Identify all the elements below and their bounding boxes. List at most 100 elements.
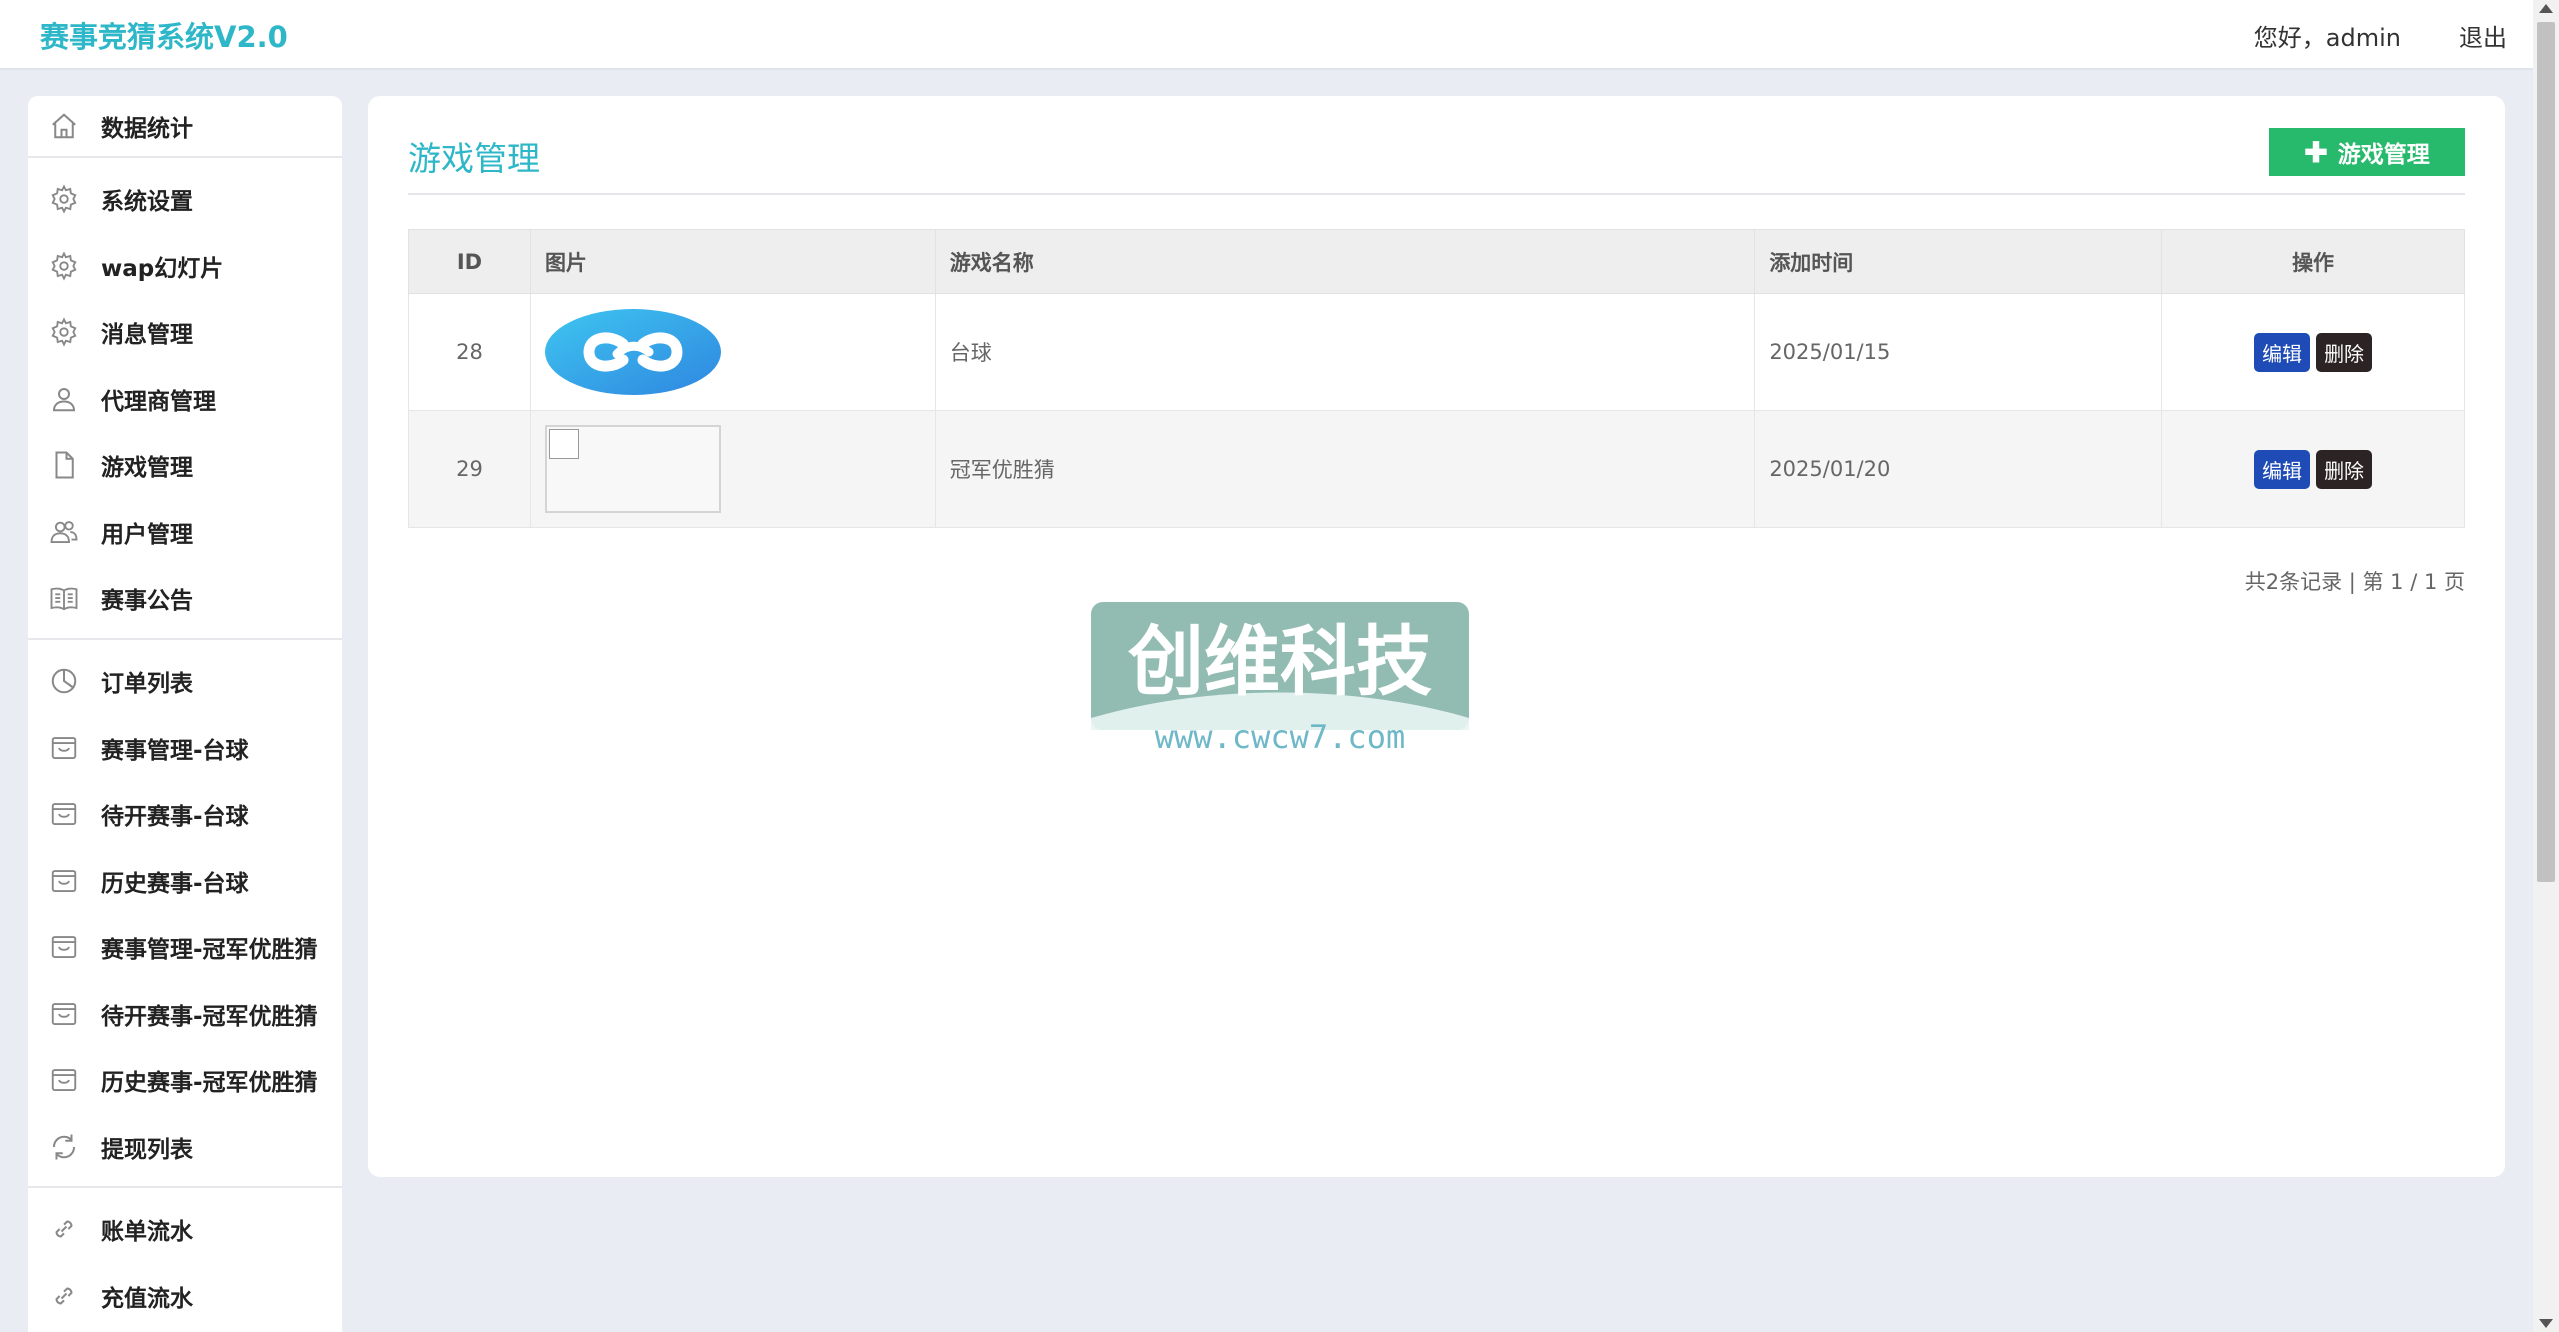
sidebar-item-history-champion[interactable]: 历史赛事-冠军优胜猜 <box>28 1050 342 1110</box>
watermark-logo: 创维科技 www.cwcw7.com <box>1091 602 1469 756</box>
sidebar-item-label: 赛事管理-冠军优胜猜 <box>101 937 318 963</box>
sidebar-item-label: 历史赛事-台球 <box>101 871 249 897</box>
sidebar-item-label: 数据统计 <box>101 116 193 142</box>
inbox-icon <box>48 865 80 897</box>
table-row: 29 冠军优胜猜 2025/01/20 编辑 删除 <box>408 410 2465 528</box>
delete-button[interactable]: 删除 <box>2316 332 2373 372</box>
column-header-id: ID <box>408 229 531 294</box>
sidebar-item-upcoming-champion[interactable]: 待开赛事-冠军优胜猜 <box>28 984 342 1044</box>
sidebar-item-label: 账单流水 <box>101 1219 193 1245</box>
add-game-button-label: 游戏管理 <box>2337 141 2430 167</box>
sidebar-divider <box>28 156 342 158</box>
sidebar-item-label: 充值流水 <box>101 1286 193 1312</box>
gear-icon <box>48 316 80 348</box>
sidebar-item-dashboard[interactable]: 数据统计 <box>28 96 342 156</box>
sidebar-item-users[interactable]: 用户管理 <box>28 502 342 562</box>
column-header-time: 添加时间 <box>1754 229 2163 294</box>
link-icon <box>48 1280 80 1312</box>
inbox-icon <box>48 931 80 963</box>
add-game-button[interactable]: ✚ 游戏管理 <box>2269 128 2465 176</box>
column-header-image: 图片 <box>529 229 936 294</box>
book-icon <box>48 582 80 614</box>
sidebar-item-label: 赛事管理-台球 <box>101 738 249 764</box>
scroll-up-arrow-icon[interactable] <box>2539 4 2553 13</box>
sidebar-item-orders[interactable]: 订单列表 <box>28 651 342 711</box>
delete-button[interactable]: 删除 <box>2316 449 2373 489</box>
logout-link[interactable]: 退出 <box>2459 18 2507 53</box>
sidebar-item-label: 提现列表 <box>101 1137 193 1163</box>
cell-name: 冠军优胜猜 <box>934 410 1756 528</box>
user-icon <box>48 383 80 415</box>
sidebar-item-messages[interactable]: 消息管理 <box>28 302 342 362</box>
scroll-down-arrow-icon[interactable] <box>2539 1319 2553 1328</box>
sidebar-item-label: 系统设置 <box>101 189 193 215</box>
sidebar-item-label: 消息管理 <box>101 322 193 348</box>
file-icon <box>48 449 80 481</box>
sidebar-item-label: 待开赛事-台球 <box>101 804 249 830</box>
sidebar-item-withdrawals[interactable]: 提现列表 <box>28 1117 342 1177</box>
sidebar-item-events-billiards[interactable]: 赛事管理-台球 <box>28 718 342 778</box>
pagination-info: 共2条记录 | 第 1 / 1 页 <box>2244 570 2465 594</box>
top-header: 赛事竞猜系统V2.0 您好，admin 退出 <box>0 0 2533 70</box>
cell-id: 28 <box>408 293 531 411</box>
sidebar-item-label: 代理商管理 <box>101 389 216 415</box>
gear-icon <box>48 183 80 215</box>
sidebar-item-announcements[interactable]: 赛事公告 <box>28 568 342 628</box>
page-title: 游戏管理 <box>408 139 540 178</box>
broken-image-icon <box>548 429 579 459</box>
cell-image <box>529 293 936 411</box>
game-thumbnail-logo <box>544 309 721 395</box>
sidebar-item-label: 用户管理 <box>101 522 193 548</box>
cell-actions: 编辑 删除 <box>2161 410 2465 528</box>
sidebar-item-recharge[interactable]: 充值流水 <box>28 1266 342 1326</box>
watermark-title: 创维科技 <box>1128 617 1432 706</box>
sidebar-item-events-champion[interactable]: 赛事管理-冠军优胜猜 <box>28 917 342 977</box>
brand-title[interactable]: 赛事竞猜系统V2.0 <box>40 14 288 56</box>
table-header-row: ID 图片 游戏名称 添加时间 操作 <box>408 229 2465 294</box>
cell-name: 台球 <box>934 293 1756 411</box>
cell-time: 2025/01/15 <box>1754 293 2163 411</box>
edit-button[interactable]: 编辑 <box>2254 449 2311 489</box>
plus-icon: ✚ <box>2304 136 2328 168</box>
column-header-actions: 操作 <box>2161 229 2465 294</box>
sidebar-item-games[interactable]: 游戏管理 <box>28 435 342 495</box>
cell-id: 29 <box>408 410 531 528</box>
pie-chart-icon <box>48 665 80 697</box>
inbox-icon <box>48 732 80 764</box>
inbox-icon <box>48 798 80 830</box>
sidebar-item-billing[interactable]: 账单流水 <box>28 1199 342 1259</box>
table-row: 28 台球 2025/01/15 编辑 删除 <box>408 293 2465 411</box>
games-table: ID 图片 游戏名称 添加时间 操作 28 台球 2025/01/15 编辑 删… <box>408 229 2465 528</box>
gear-icon <box>48 250 80 282</box>
sidebar-item-agents[interactable]: 代理商管理 <box>28 369 342 429</box>
home-icon <box>48 110 80 142</box>
sidebar-item-wap-slides[interactable]: wap幻灯片 <box>28 236 342 296</box>
page-scrollbar[interactable] <box>2533 0 2559 1332</box>
user-greeting: 您好，admin <box>2253 24 2401 52</box>
sidebar-item-label: 游戏管理 <box>101 455 193 481</box>
title-divider <box>408 193 2465 195</box>
sidebar-item-system-settings[interactable]: 系统设置 <box>28 169 342 229</box>
sidebar: 数据统计 系统设置 wap幻灯片 消息管理 代理商管理 游戏管理 用户管理 赛事… <box>28 96 342 1332</box>
sidebar-divider <box>28 1186 342 1188</box>
sidebar-item-label: wap幻灯片 <box>101 256 224 282</box>
watermark-url: www.cwcw7.com <box>1155 718 1405 756</box>
broken-image-placeholder <box>544 425 721 513</box>
sidebar-item-upcoming-billiards[interactable]: 待开赛事-台球 <box>28 784 342 844</box>
refresh-icon <box>48 1131 80 1163</box>
edit-button[interactable]: 编辑 <box>2254 332 2311 372</box>
cell-actions: 编辑 删除 <box>2161 293 2465 411</box>
cell-image <box>529 410 936 528</box>
sidebar-item-label: 赛事公告 <box>101 588 193 614</box>
sidebar-item-label: 订单列表 <box>101 671 193 697</box>
sidebar-item-history-billiards[interactable]: 历史赛事-台球 <box>28 851 342 911</box>
cell-time: 2025/01/20 <box>1754 410 2163 528</box>
sidebar-item-label: 待开赛事-冠军优胜猜 <box>101 1004 318 1030</box>
scrollbar-thumb[interactable] <box>2537 22 2555 882</box>
sidebar-divider <box>28 638 342 640</box>
column-header-name: 游戏名称 <box>934 229 1756 294</box>
inbox-icon <box>48 1064 80 1096</box>
users-icon <box>48 516 80 548</box>
sidebar-item-label: 历史赛事-冠军优胜猜 <box>101 1070 318 1096</box>
link-icon <box>48 1213 80 1245</box>
